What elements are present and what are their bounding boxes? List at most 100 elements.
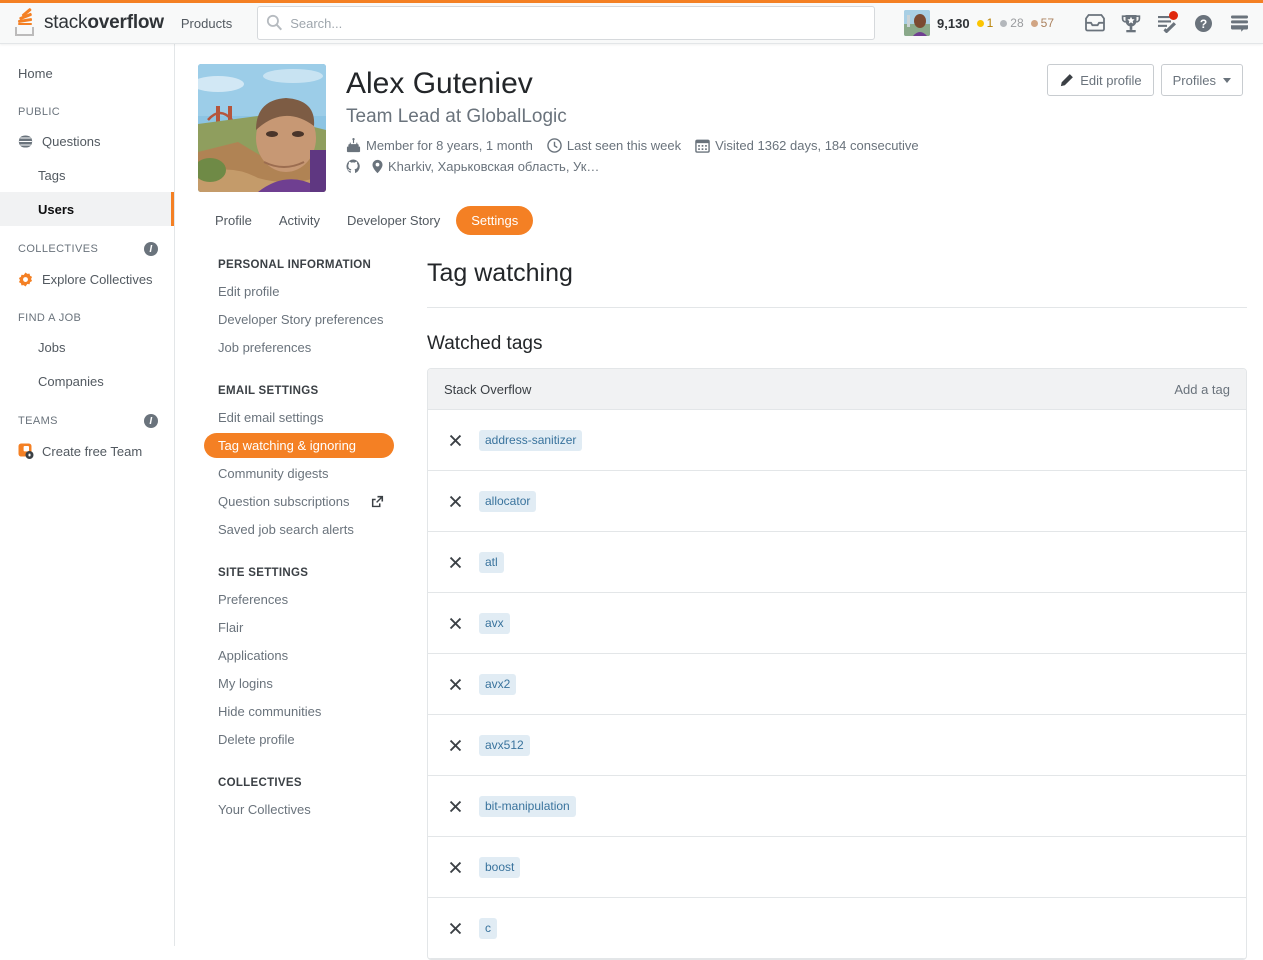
stack-overflow-logo-icon (14, 7, 38, 36)
settings-nav-item-your-collectives[interactable]: Your Collectives (204, 797, 394, 822)
settings-nav-item-hide-communities[interactable]: Hide communities (204, 699, 394, 724)
bronze-badge-count[interactable]: 57 (1030, 16, 1054, 30)
close-icon[interactable] (444, 490, 466, 512)
site-name-label: Stack Overflow (444, 381, 532, 397)
settings-nav-item-edit-email-settings[interactable]: Edit email settings (204, 405, 394, 430)
inbox-button[interactable] (1077, 6, 1113, 40)
gold-badge-icon (976, 19, 984, 27)
settings-nav-item-saved-job-search-alerts[interactable]: Saved job search alerts (204, 517, 394, 542)
tag-watching-panel: Tag watching Watched tags Stack Overflow… (394, 259, 1263, 960)
settings-nav-item-community-digests[interactable]: Community digests (204, 461, 394, 486)
search-input[interactable] (257, 6, 876, 40)
settings-nav-item-developer-story-preferences[interactable]: Developer Story preferences (204, 307, 394, 332)
table-row: boost (428, 837, 1246, 898)
settings-nav-item-job-preferences[interactable]: Job preferences (204, 335, 394, 360)
tag-link[interactable]: boost (479, 856, 521, 878)
github-icon (346, 159, 360, 174)
info-icon[interactable]: i (144, 242, 158, 256)
sidebar-heading-collectives: COLLECTIVES i (0, 226, 174, 262)
watched-tags-heading: Watched tags (427, 333, 543, 354)
sidebar-item-label: Create free Team (42, 443, 143, 459)
sidebar-item-users[interactable]: Users (0, 192, 174, 226)
profile-stats: Member for 8 years, 1 month Last seen th… (346, 138, 933, 153)
table-row: c (428, 898, 1246, 959)
pencil-icon (1061, 73, 1074, 86)
tag-link[interactable]: bit-manipulation (479, 795, 576, 817)
settings-nav-item-delete-profile[interactable]: Delete profile (204, 727, 394, 752)
sidebar-item-jobs[interactable]: Jobs (0, 330, 174, 364)
profile-header: Alex Guteniev Team Lead at GlobalLogic M… (175, 44, 1263, 192)
sidebar-item-companies[interactable]: Companies (0, 364, 174, 398)
settings-nav-item-my-logins[interactable]: My logins (204, 671, 394, 696)
sidebar-item-create-free-team[interactable]: Create free Team (0, 434, 174, 468)
table-row: atl (428, 532, 1246, 593)
sidebar-item-home[interactable]: Home (0, 56, 174, 90)
silver-badge-count[interactable]: 28 (1000, 16, 1024, 30)
watched-tags-table: Stack Overflow Add a tag address-sanitiz… (427, 368, 1247, 960)
tag-link[interactable]: avx (479, 612, 510, 634)
settings-nav-item-question-subscriptions[interactable]: Question subscriptions (204, 489, 394, 514)
search-container (257, 6, 894, 40)
close-icon[interactable] (444, 734, 466, 756)
settings-nav-item-flair[interactable]: Flair (204, 615, 394, 640)
github-link[interactable] (346, 159, 361, 174)
tab-settings[interactable]: Settings (456, 206, 534, 235)
sidebar-heading-find-a-job: FIND A JOB (18, 312, 82, 324)
settings-nav-item-preferences[interactable]: Preferences (204, 587, 394, 612)
tag-link[interactable]: allocator (479, 490, 537, 512)
top-navigation-bar: stackoverflow Products 9,130 1 (0, 0, 1263, 44)
avatar[interactable] (904, 10, 931, 36)
close-icon[interactable] (444, 856, 466, 878)
achievements-button[interactable] (1113, 6, 1149, 40)
sidebar-item-questions[interactable]: Questions (0, 124, 174, 158)
site-logo[interactable]: stackoverflow (14, 7, 164, 36)
edit-profile-button[interactable]: Edit profile (1047, 64, 1154, 96)
close-icon[interactable] (444, 673, 466, 695)
site-switcher-button[interactable] (1221, 6, 1257, 40)
tag-link[interactable]: atl (479, 551, 504, 573)
close-icon[interactable] (444, 429, 466, 451)
user-avatar[interactable] (198, 64, 326, 192)
tab-developer-story[interactable]: Developer Story (336, 207, 451, 234)
reputation-score[interactable]: 9,130 (937, 16, 970, 31)
settings-nav-item-edit-profile[interactable]: Edit profile (204, 279, 394, 304)
tag-link[interactable]: avx512 (479, 734, 530, 756)
sidebar-item-label: Questions (42, 133, 101, 149)
close-icon[interactable] (444, 551, 466, 573)
settings-nav: PERSONAL INFORMATION Edit profile Develo… (204, 259, 394, 960)
page-title: Alex Guteniev (346, 67, 533, 100)
close-icon[interactable] (444, 795, 466, 817)
sidebar-item-tags[interactable]: Tags (0, 158, 174, 192)
add-a-tag-link[interactable]: Add a tag (1174, 382, 1230, 397)
collectives-icon (18, 271, 35, 287)
tag-link[interactable]: address-sanitizer (479, 429, 583, 451)
tag-link[interactable]: avx2 (479, 673, 517, 695)
sidebar-item-label: Tags (38, 167, 66, 183)
clock-icon (547, 138, 562, 153)
table-row: avx2 (428, 654, 1246, 715)
gold-badge-count[interactable]: 1 (976, 16, 993, 30)
tag-link[interactable]: c (479, 917, 497, 939)
divider (427, 307, 1247, 308)
settings-layout: PERSONAL INFORMATION Edit profile Develo… (175, 235, 1263, 960)
sidebar-item-explore-collectives[interactable]: Explore Collectives (0, 262, 174, 296)
tab-profile[interactable]: Profile (204, 207, 263, 234)
profiles-dropdown-button[interactable]: Profiles (1160, 64, 1243, 96)
search-icon (267, 14, 283, 31)
settings-nav-item-tag-watching-and-ignoring[interactable]: Tag watching & ignoring (204, 433, 394, 458)
help-button[interactable]: ? (1185, 6, 1221, 40)
review-queues-button[interactable] (1149, 6, 1185, 40)
close-icon[interactable] (444, 612, 466, 634)
left-sidebar: Home PUBLIC Questions Tags Users COLLECT… (0, 44, 175, 946)
location-text: Kharkiv, Харьковская область, Ук… (371, 159, 599, 174)
close-icon[interactable] (444, 917, 466, 939)
sidebar-item-label: Users (38, 201, 75, 217)
nav-products[interactable]: Products (170, 4, 243, 42)
main-content: Alex Guteniev Team Lead at GlobalLogic M… (175, 44, 1263, 960)
info-icon[interactable]: i (144, 414, 158, 428)
site-switcher-icon (1230, 15, 1248, 32)
logo-text: stackoverflow (44, 12, 164, 33)
silver-badge-icon (1000, 19, 1008, 27)
tab-activity[interactable]: Activity (268, 207, 331, 234)
settings-nav-item-applications[interactable]: Applications (204, 643, 394, 668)
